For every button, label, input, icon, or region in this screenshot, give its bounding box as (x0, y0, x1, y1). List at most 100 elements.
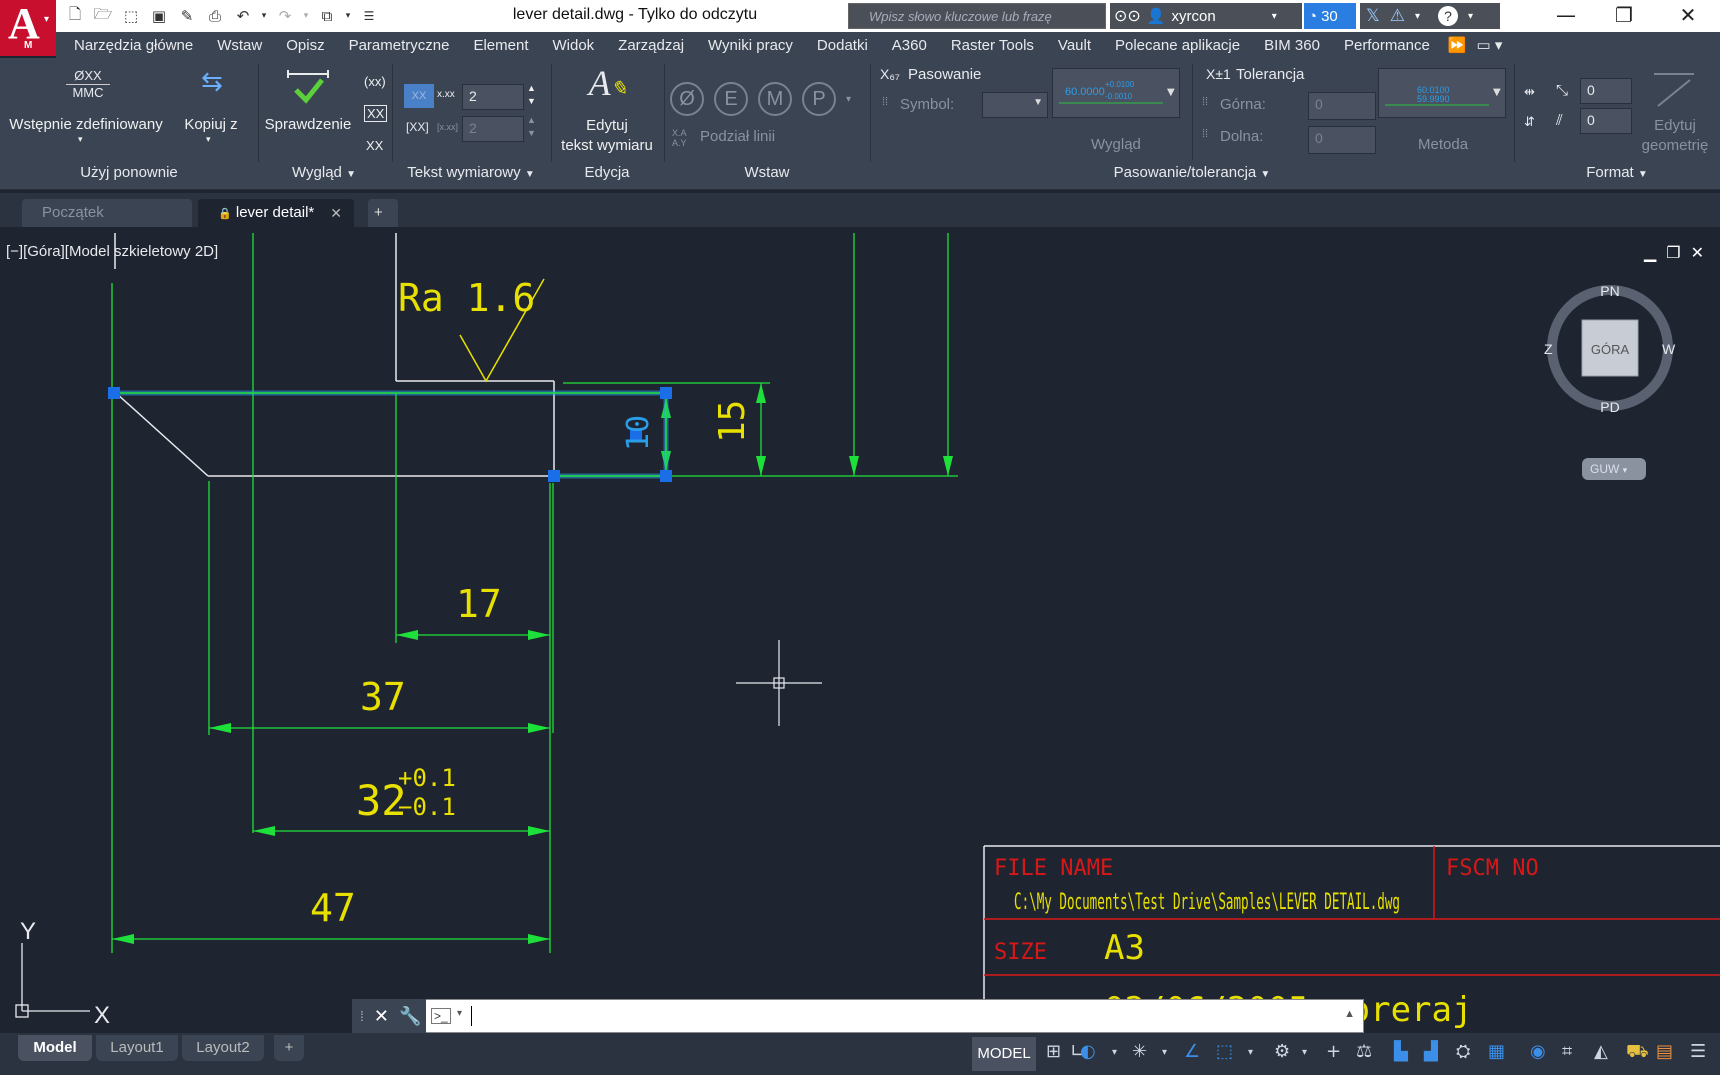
dim-text-style-icon[interactable]: XX (404, 84, 434, 108)
restore-button[interactable]: ❐ (1596, 0, 1652, 32)
viewport-minimize-icon[interactable]: ▁ (1644, 243, 1656, 263)
paren-dim-icon[interactable]: (xx) (364, 74, 386, 89)
ribbon-tab-output[interactable]: Wyniki pracy (696, 37, 805, 54)
fit-label[interactable]: Pasowanie (908, 66, 981, 83)
ribbon-tab-parametric[interactable]: Parametryczne (337, 37, 462, 54)
chevron-down-icon[interactable]: ▾ (1415, 11, 1420, 22)
hardware-acceleration-icon[interactable]: ▤ (1656, 1041, 1673, 1062)
undo-icon[interactable]: ↶ (232, 5, 254, 27)
symbol-select[interactable]: ▼ (982, 92, 1048, 118)
tab-lever-detail[interactable]: 🔒 lever detail* ✕ (198, 199, 354, 227)
more-tabs-icon[interactable]: ⏩ (1442, 36, 1473, 54)
customize-statusbar-icon[interactable]: ☰ (1690, 1041, 1706, 1062)
chevron-down-icon[interactable]: ▾ (846, 94, 851, 105)
predefined-button[interactable]: Wstępnie zdefiniowany (2, 116, 170, 133)
copy-from-button[interactable]: Kopiuj z (176, 116, 246, 133)
format-value-2-field[interactable]: 0 (1580, 108, 1632, 134)
ribbon-tab-performance[interactable]: Performance (1332, 37, 1442, 54)
close-icon[interactable]: ✕ (330, 199, 342, 227)
command-line-input[interactable]: >_ ▾ ▲ (352, 999, 1364, 1033)
binoculars-icon[interactable]: ⊙⊙ (1114, 6, 1141, 26)
fit-preview[interactable]: +0.0100 60.0000 -0.0010 ▼ (1052, 68, 1180, 118)
ribbon-tab-raster-tools[interactable]: Raster Tools (939, 37, 1046, 54)
units-icon[interactable]: ⛭ (1456, 1041, 1470, 1062)
exchange-apps-icon[interactable]: 𝕏 (1366, 6, 1380, 26)
viewcube-east[interactable]: W (1662, 341, 1676, 357)
chevron-down-icon[interactable]: ▾ (457, 1008, 462, 1019)
share-icon[interactable]: ⧉ (316, 5, 338, 27)
tolerance-label[interactable]: Tolerancja (1236, 66, 1304, 83)
viewport-close-icon[interactable]: ✕ (1691, 243, 1704, 263)
a360-icon[interactable]: ⚠ (1390, 6, 1405, 26)
customize-qat-icon[interactable]: ☰ (358, 5, 380, 27)
trial-days-badge[interactable]: ◔ 30 (1304, 3, 1356, 29)
lower-tolerance-field[interactable]: 0 (1308, 126, 1376, 154)
drawing-canvas[interactable]: Ra 1.6 15 10 17 37 32 +0.1 −0.1 47 Y X F… (0, 233, 1720, 1033)
viewcube-south[interactable]: PD (1600, 399, 1619, 415)
ribbon-tab-addins[interactable]: Dodatki (805, 37, 880, 54)
projected-tol-symbol-icon[interactable]: P (802, 82, 836, 116)
panel-insert-label[interactable]: Wstaw (664, 162, 870, 186)
annotation-scale-icon[interactable]: ⚖ (1356, 1041, 1372, 1062)
chevron-down-icon[interactable]: ▾ (1162, 1047, 1167, 1058)
precision-field[interactable]: 2 (462, 84, 524, 110)
edit-dim-text-button[interactable]: Edytuj tekst wymiaru (552, 116, 662, 156)
mmc-symbol-icon[interactable]: M (758, 82, 792, 116)
chevron-down-icon[interactable]: ▾ (1248, 1047, 1253, 1058)
application-menu-button[interactable]: A M ▾ (0, 0, 56, 56)
close-button[interactable]: ✕ (1660, 0, 1716, 32)
viewcube[interactable]: GÓRA PN PD Z W (1540, 278, 1680, 418)
save-as-icon[interactable]: ✎ (176, 5, 198, 27)
inspection-button[interactable]: Sprawdzenie (262, 116, 354, 133)
split-line-button[interactable]: Podział linii (700, 128, 775, 145)
tab-model[interactable]: Model (18, 1035, 92, 1061)
tab-layout1[interactable]: Layout1 (96, 1035, 178, 1061)
polar-icon[interactable]: ◐ (1080, 1041, 1096, 1062)
chevron-down-icon[interactable]: ▾ (1112, 1047, 1117, 1058)
graphics-performance-icon[interactable]: ◭ (1594, 1041, 1608, 1062)
ribbon-tab-annotate[interactable]: Opisz (274, 37, 336, 54)
workspace-icon[interactable]: ▙ (1394, 1041, 1408, 1062)
search-input[interactable]: Wpisz słowo kluczowe lub frazę (848, 3, 1106, 29)
tab-layout2[interactable]: Layout2 (182, 1035, 264, 1061)
user-signin[interactable]: ⊙⊙ 👤 xyrcon ▾ (1110, 3, 1302, 29)
ribbon-tab-insert[interactable]: Wstaw (205, 37, 274, 54)
ribbon-tab-element[interactable]: Element (461, 37, 540, 54)
viewcube-top-face[interactable]: GÓRA (1591, 342, 1630, 357)
add-layout-button[interactable]: + (274, 1035, 304, 1061)
model-space-button[interactable]: MODEL (972, 1037, 1036, 1071)
diameter-symbol-icon[interactable]: Ø (670, 82, 704, 116)
viewport-controls-label[interactable]: [−][Góra][Model szkieletowy 2D] (6, 243, 218, 260)
alt-precision-stepper-icon[interactable]: ▲ ▼ (527, 114, 536, 140)
chevron-down-icon[interactable]: ▾ (206, 134, 211, 145)
edit-geometry-button[interactable]: Edytuj geometrię (1640, 116, 1710, 156)
redo-icon[interactable]: ↷ (274, 5, 296, 27)
precision-stepper-icon[interactable]: ▲ ▼ (527, 82, 536, 108)
ribbon-tab-a360[interactable]: A360 (880, 37, 939, 54)
viewcube-north[interactable]: PN (1600, 283, 1619, 299)
selected-dimension[interactable] (108, 387, 672, 482)
ribbon-tab-manage[interactable]: Zarządzaj (606, 37, 696, 54)
format-value-1-field[interactable]: 0 (1580, 78, 1632, 104)
panel-edit-label[interactable]: Edycja (551, 162, 663, 186)
new-file-icon[interactable]: 🗋 (64, 5, 86, 27)
envelope-symbol-icon[interactable]: E (714, 82, 748, 116)
panel-dim-text-label[interactable]: Tekst wymiarowy ▼ (392, 162, 550, 186)
open-sheet-set-icon[interactable]: ⬚ (120, 5, 142, 27)
save-icon[interactable]: ▣ (148, 5, 170, 27)
help-dropdown-icon[interactable]: ▾ (1468, 11, 1473, 22)
gear-icon[interactable]: ⚙ (1274, 1041, 1290, 1062)
chevron-down-icon[interactable]: ▾ (1302, 1047, 1307, 1058)
grip-handle[interactable] (660, 470, 672, 482)
osnap-icon[interactable]: ✳ (1132, 1041, 1147, 1062)
panel-format-label[interactable]: Format ▼ (1514, 162, 1720, 186)
open-file-icon[interactable]: 🗁 (92, 5, 114, 27)
lock-ui-icon[interactable]: ◉ (1530, 1041, 1546, 1062)
dynamic-input-icon[interactable]: ∠ (1184, 1041, 1200, 1062)
clean-screen-icon[interactable]: ⛟ (1626, 1041, 1649, 1065)
annotation-monitor-icon[interactable]: ▟ (1424, 1041, 1438, 1062)
command-history-icon[interactable]: ▲ (1344, 1008, 1355, 1020)
close-icon[interactable]: ✕ (374, 1006, 389, 1027)
alt-precision-field[interactable]: 2 (462, 116, 524, 142)
grip-handle[interactable] (548, 470, 560, 482)
